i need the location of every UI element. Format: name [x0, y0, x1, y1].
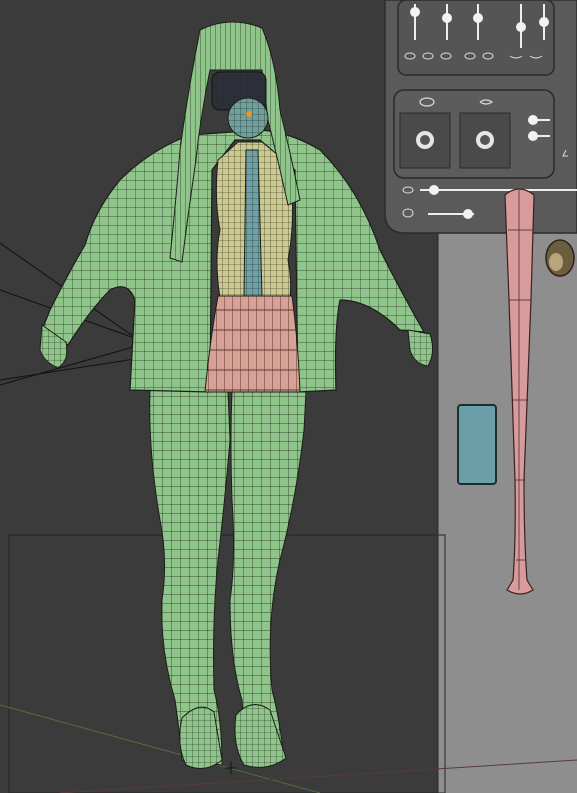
3d-viewport[interactable]	[0, 0, 577, 793]
origin-point	[246, 111, 252, 117]
slider-group-box	[397, 0, 555, 76]
facial-rig-panel[interactable]	[384, 0, 577, 234]
metal-prop[interactable]	[545, 239, 575, 277]
phone-prop[interactable]	[457, 404, 497, 485]
